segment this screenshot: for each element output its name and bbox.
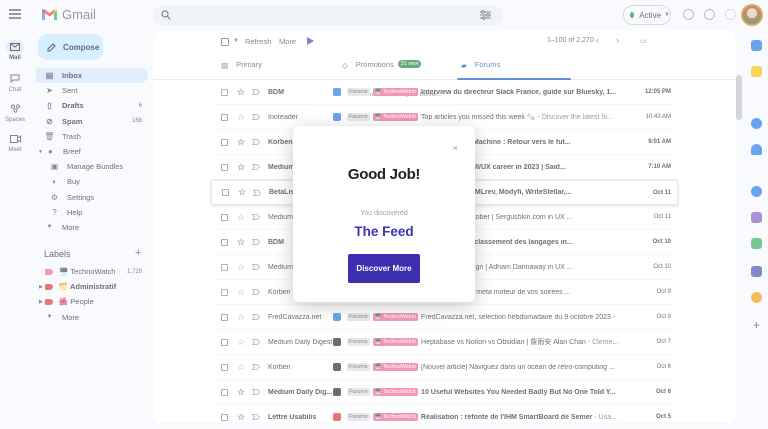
modal-title: Good Job!: [347, 166, 421, 183]
close-icon[interactable]: ×: [453, 143, 458, 153]
discover-more-button[interactable]: Discover More: [348, 254, 420, 283]
modal-subtitle: You discovered: [360, 210, 408, 217]
discovery-modal: × Good Job! You discovered The Feed Disc…: [293, 126, 475, 302]
modal-feature-name: The Feed: [354, 224, 414, 239]
